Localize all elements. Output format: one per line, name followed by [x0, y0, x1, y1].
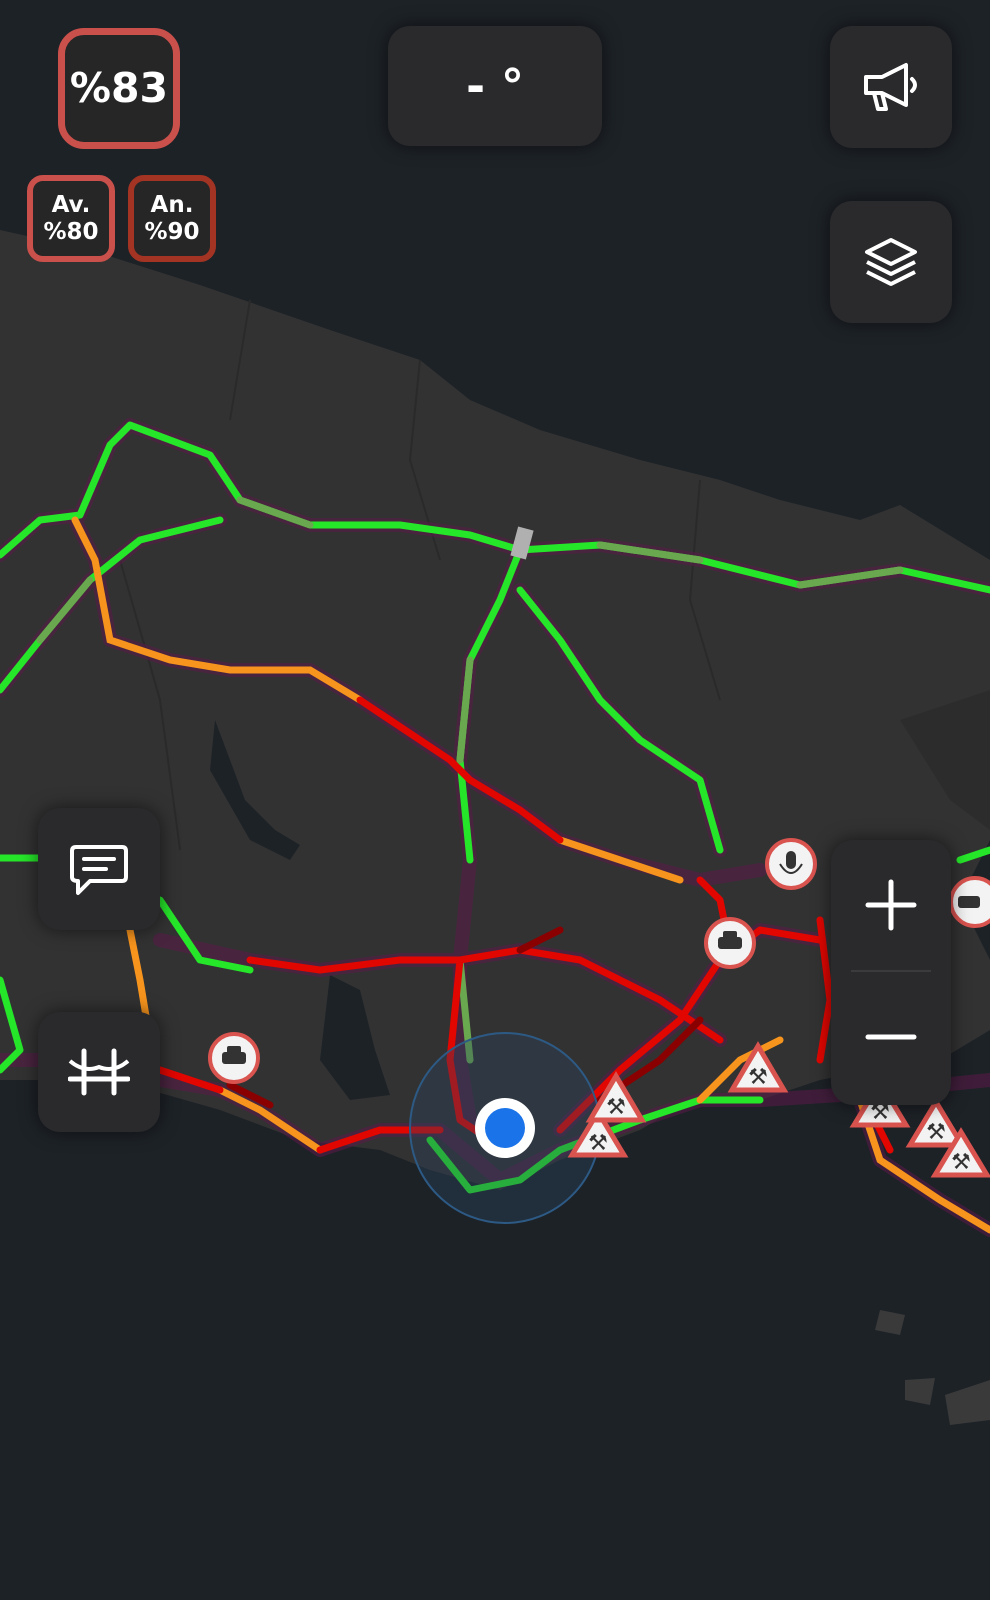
asia-side-value: %90 [144, 218, 200, 245]
svg-text:⚒: ⚒ [588, 1131, 608, 1156]
europe-side-traffic-level[interactable]: Av. %80 [27, 175, 115, 262]
announcements-button[interactable] [830, 26, 952, 148]
megaphone-icon [864, 63, 917, 111]
bridge-icon [68, 1048, 130, 1096]
overall-traffic-level[interactable]: %83 [58, 28, 180, 149]
microphone-icon [765, 838, 817, 890]
svg-text:⚒: ⚒ [926, 1120, 946, 1145]
weather-widget[interactable]: - ° [388, 26, 602, 146]
bridges-button[interactable] [38, 1012, 160, 1132]
breakdown-icon [208, 1032, 260, 1084]
europe-side-value: %80 [43, 218, 99, 245]
zoom-out-button[interactable] [831, 972, 951, 1102]
zoom-in-button[interactable] [831, 840, 951, 970]
feedback-button[interactable] [38, 808, 160, 930]
breakdown-icon [704, 917, 756, 969]
accident-icon [949, 876, 990, 928]
svg-text:⚒: ⚒ [748, 1065, 768, 1090]
svg-text:⚒: ⚒ [606, 1095, 626, 1120]
map-layers-button[interactable] [830, 201, 952, 323]
minus-icon [865, 1034, 917, 1040]
europe-side-label: Av. [51, 192, 91, 219]
layers-icon [865, 238, 917, 286]
message-icon [70, 845, 128, 895]
zoom-controls [831, 840, 951, 1105]
plus-icon [865, 879, 917, 931]
asia-side-traffic-level[interactable]: An. %90 [128, 175, 216, 262]
overall-traffic-value: %83 [69, 63, 169, 112]
asia-side-label: An. [150, 192, 194, 219]
temperature-value: - ° [465, 58, 525, 113]
svg-text:⚒: ⚒ [951, 1150, 971, 1175]
